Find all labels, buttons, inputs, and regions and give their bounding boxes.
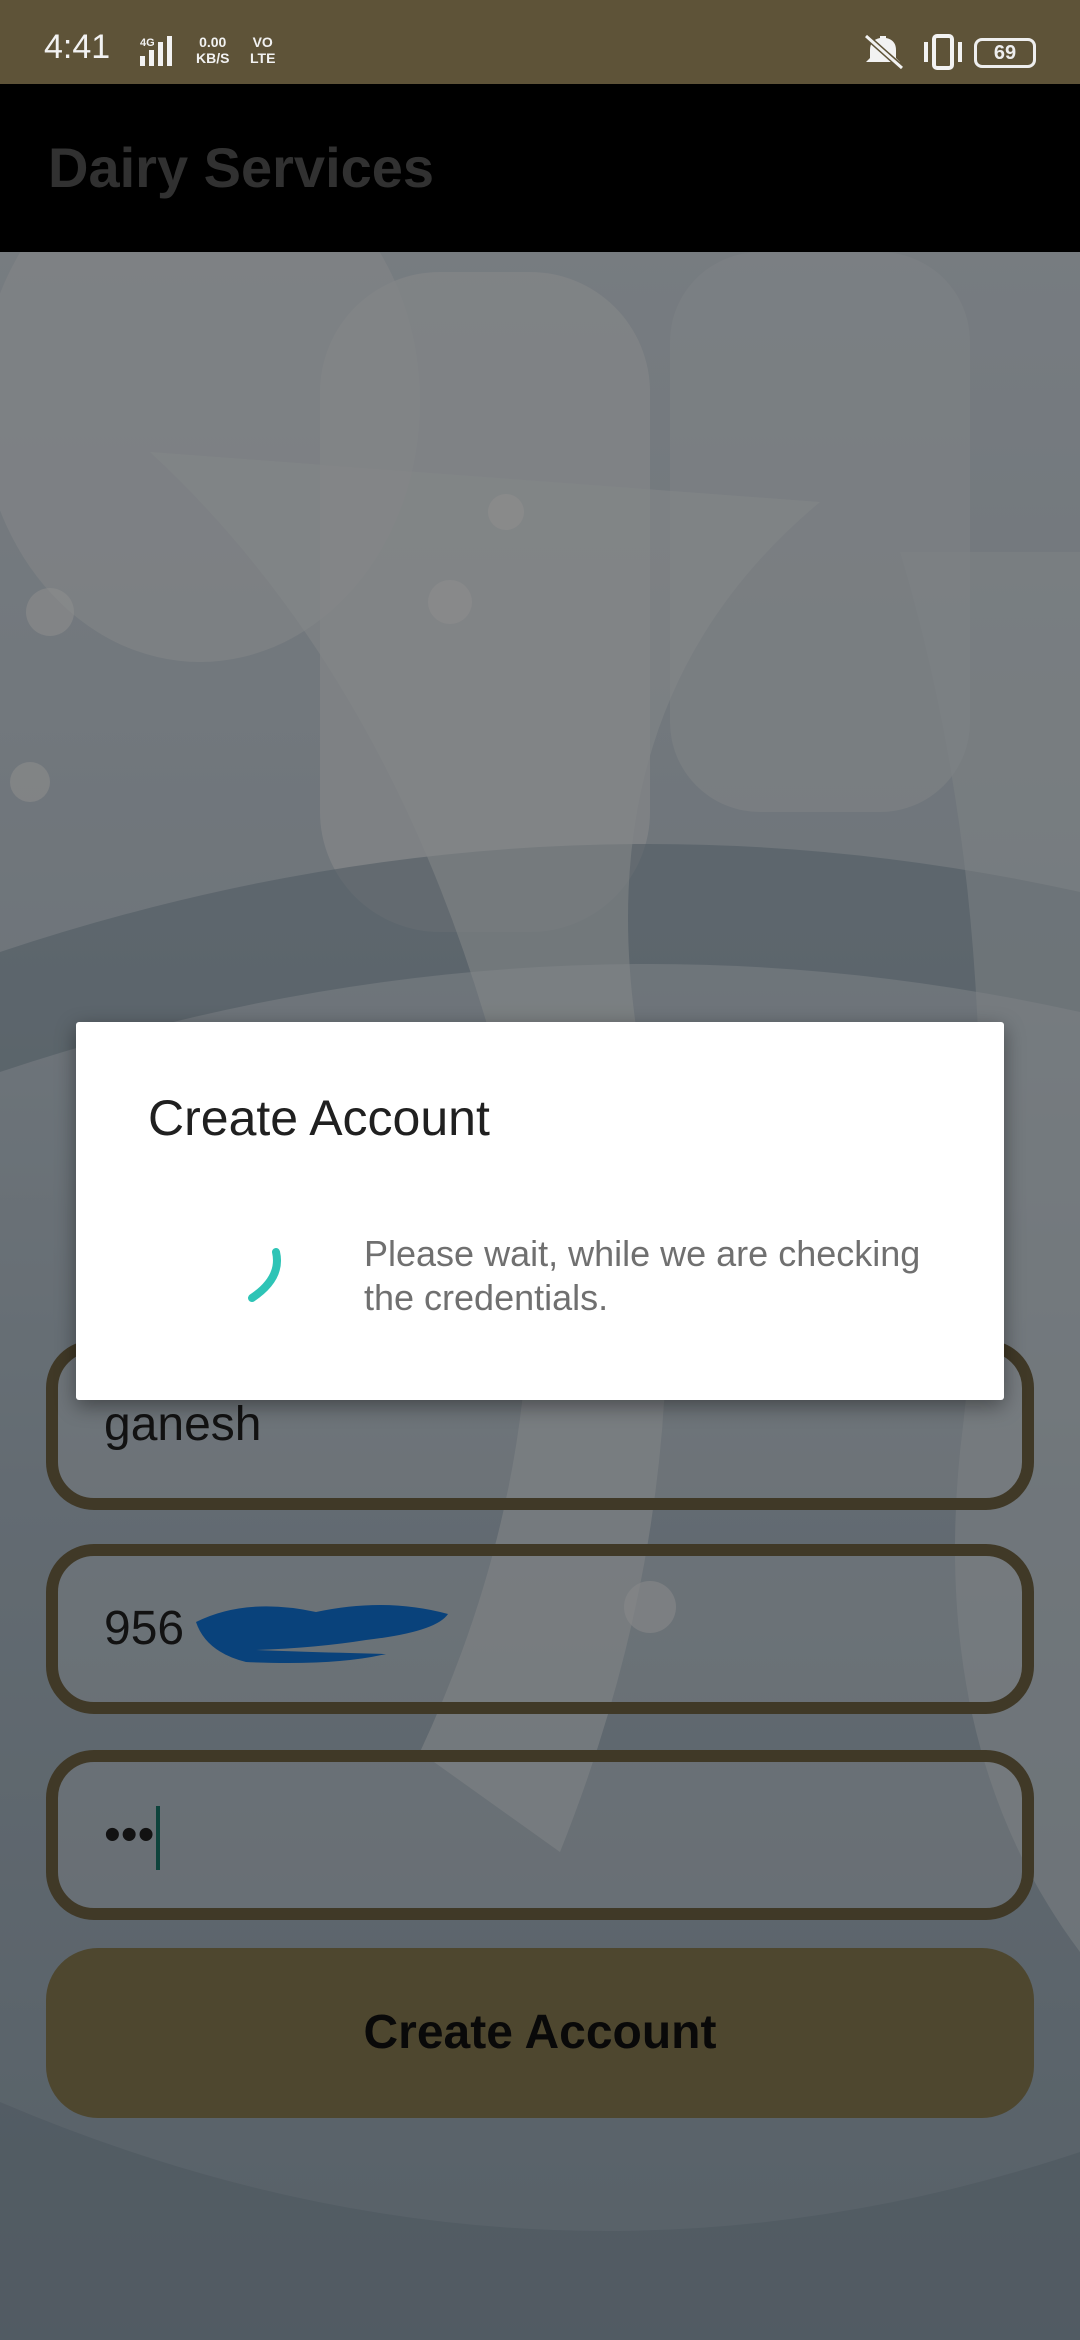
progress-dialog: Create Account Please wait, while we are… <box>76 1022 1004 1400</box>
volte-indicator: VO LTE <box>250 34 276 66</box>
loading-spinner-icon <box>248 1248 281 1302</box>
status-bar: 4:41 4G 0.00 KB/S VO LTE 69 <box>0 0 1080 84</box>
network-type-label: 4G <box>140 37 155 49</box>
dialog-message: Please wait, while we are checking the c… <box>364 1233 921 1318</box>
signal-icon: 4G <box>140 36 172 66</box>
battery-icon: 69 <box>974 38 1036 68</box>
vibrate-icon <box>924 34 962 70</box>
network-speed: 0.00 KB/S <box>196 34 230 66</box>
status-time: 4:41 <box>44 28 111 66</box>
mute-icon <box>864 33 904 71</box>
dialog-title: Create Account <box>148 1090 490 1146</box>
